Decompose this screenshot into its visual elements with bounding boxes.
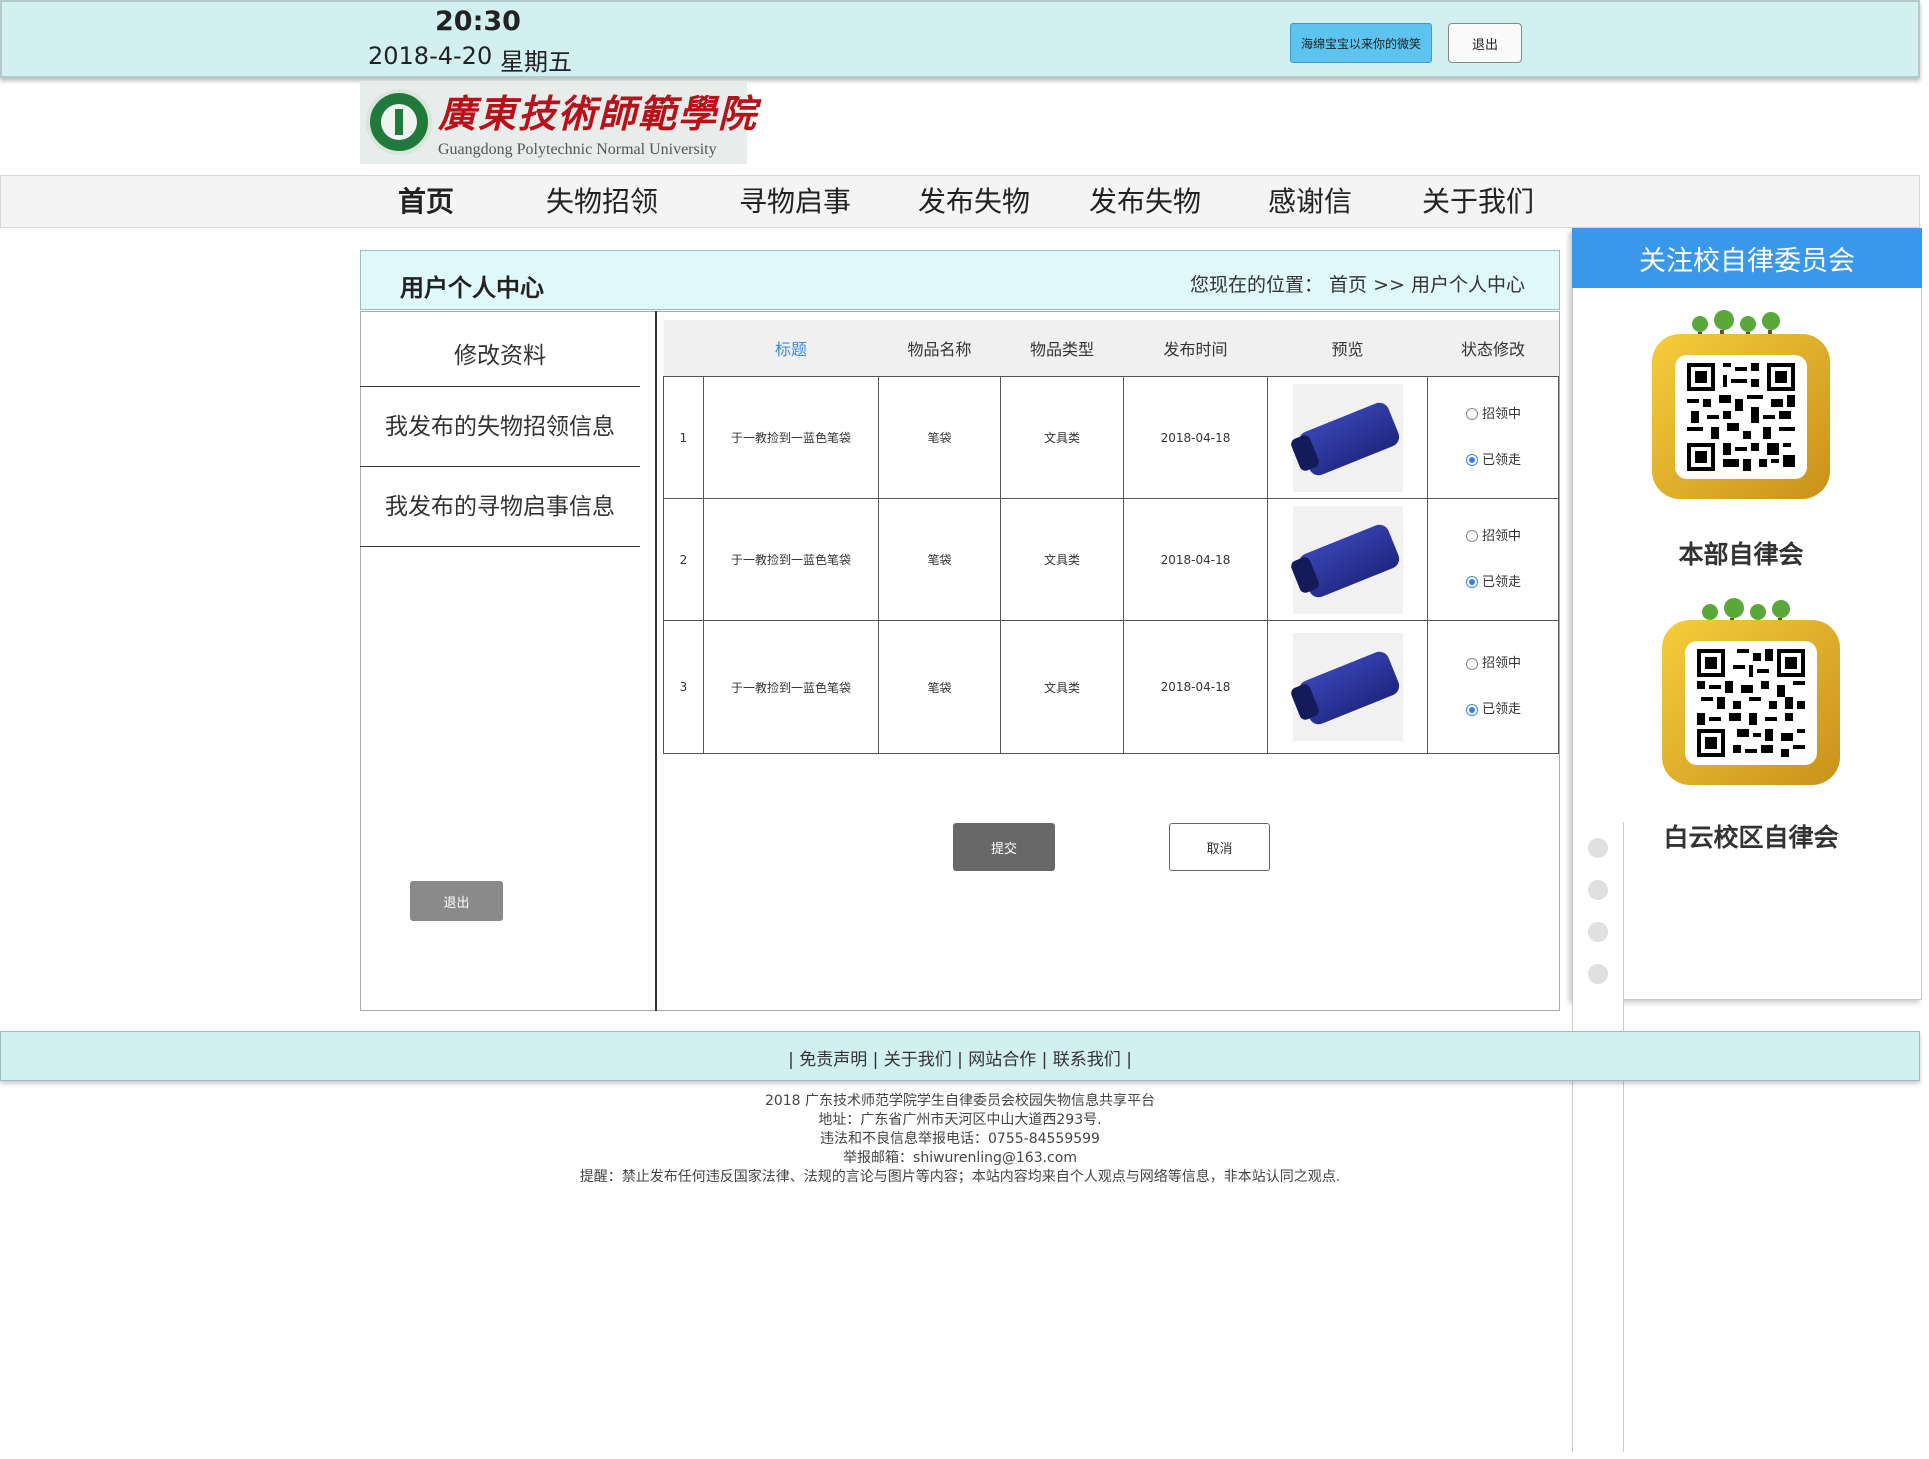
sidebar-divider [655, 311, 657, 1011]
follow-panel-header: 关注校自律委员会 [1572, 228, 1922, 288]
carousel-dot[interactable] [1588, 964, 1608, 984]
footer-report-email: 举报邮箱：shiwurenling@163.com [843, 1150, 1077, 1166]
pencil-case-image [1288, 505, 1403, 614]
row-date: 2018-04-18 [1123, 498, 1268, 621]
university-logo[interactable]: 廣東技術師範學院 Guangdong Polytechnic Normal Un… [360, 81, 756, 164]
row-preview [1267, 376, 1428, 499]
row-title[interactable]: 于一教捡到一蓝色笔袋 [703, 620, 879, 754]
radio-icon[interactable] [1466, 408, 1478, 420]
page-title: 用户个人中心 [400, 274, 544, 302]
pencil-case-image [1288, 383, 1403, 492]
row-status: 招领中 已领走 [1427, 376, 1559, 499]
top-bar [0, 0, 1920, 78]
status-option-unclaimed[interactable]: 招领中 [1466, 406, 1557, 424]
row-number: 2 [663, 498, 704, 621]
user-profile-button[interactable]: 海绵宝宝以来你的微笑 [1290, 23, 1432, 63]
status-option-unclaimed[interactable]: 招领中 [1466, 528, 1557, 546]
logo-english-name: Guangdong Polytechnic Normal University [438, 141, 717, 158]
row-item-type: 文具类 [1000, 376, 1124, 499]
sidebar-item-my-seek-posts[interactable]: 我发布的寻物启事信息 [360, 467, 640, 547]
table-row: 2 于一教捡到一蓝色笔袋 笔袋 文具类 2018-04-18 招领中 已领走 [663, 498, 1559, 621]
qr-label-main-campus: 本部自律会 [1678, 540, 1804, 569]
sidebar-item-edit-profile[interactable]: 修改资料 [360, 330, 640, 387]
radio-checked-icon[interactable] [1466, 454, 1478, 466]
col-status: 状态修改 [1427, 320, 1559, 377]
qr-label-baiyun-campus: 白云校区自律会 [1663, 823, 1839, 852]
pencil-case-image [1288, 633, 1403, 741]
footer-copyright: 2018 广东技术师范学院学生自律委员会校园失物信息共享平台 [764, 1093, 1156, 1109]
seal-icon [366, 89, 432, 155]
row-number: 3 [663, 620, 704, 754]
cancel-button[interactable]: 取消 [1169, 823, 1270, 871]
nav-publish-lost-2[interactable]: 发布失物 [1089, 180, 1201, 220]
footer-report-phone: 违法和不良信息举报电话：0755-84559599 [820, 1131, 1100, 1147]
nav-about-us[interactable]: 关于我们 [1422, 180, 1534, 220]
nav-home[interactable]: 首页 [398, 180, 454, 220]
status-option-claimed[interactable]: 已领走 [1466, 452, 1557, 470]
clock-time: 20:30 [435, 6, 521, 37]
radio-icon[interactable] [1466, 530, 1478, 542]
row-item-name: 笔袋 [878, 620, 1001, 754]
row-preview [1267, 620, 1428, 754]
sidebar-item-my-found-posts[interactable]: 我发布的失物招领信息 [360, 387, 640, 467]
qr-code-icon [1693, 644, 1809, 761]
col-item-type: 物品类型 [1000, 320, 1124, 377]
posts-table: 标题 物品名称 物品类型 发布时间 预览 状态修改 1 于一教捡到一蓝色笔袋 笔… [663, 320, 1559, 754]
col-item-name: 物品名称 [878, 320, 1001, 377]
carousel-dot[interactable] [1588, 880, 1608, 900]
col-publish-date: 发布时间 [1123, 320, 1268, 377]
qr-code-baiyun-campus[interactable] [1662, 620, 1840, 785]
radio-checked-icon[interactable] [1466, 703, 1478, 716]
row-status: 招领中 已领走 [1427, 620, 1559, 754]
qr-code-main-campus[interactable] [1652, 334, 1830, 499]
row-item-type: 文具类 [1000, 620, 1124, 754]
nav-thanks-letter[interactable]: 感谢信 [1268, 180, 1352, 220]
nav-lost-found[interactable]: 失物招领 [546, 180, 658, 220]
qr-code-icon [1683, 358, 1799, 475]
row-status: 招领中 已领走 [1427, 498, 1559, 621]
nav-seek-item[interactable]: 寻物启事 [739, 180, 851, 220]
col-preview: 预览 [1267, 320, 1428, 377]
sidebar-logout-button[interactable]: 退出 [410, 881, 503, 921]
radio-checked-icon[interactable] [1466, 576, 1478, 588]
breadcrumb: 您现在的位置： 首页 >> 用户个人中心 [1190, 274, 1525, 296]
table-row: 3 于一教捡到一蓝色笔袋 笔袋 文具类 2018-04-18 招领中 已领走 [663, 620, 1559, 754]
row-date: 2018-04-18 [1123, 376, 1268, 499]
row-title[interactable]: 于一教捡到一蓝色笔袋 [703, 498, 879, 621]
col-title[interactable]: 标题 [703, 320, 879, 377]
radio-icon[interactable] [1466, 657, 1478, 670]
row-date: 2018-04-18 [1123, 620, 1268, 754]
carousel-dot[interactable] [1588, 838, 1608, 858]
row-preview [1267, 498, 1428, 621]
footer-info: 2018 广东技术师范学院学生自律委员会校园失物信息共享平台 地址：广东省广州市… [0, 1092, 1920, 1187]
clock-weekday: 星期五 [500, 48, 572, 76]
logo-chinese-name: 廣東技術師範學院 [438, 91, 759, 136]
clock-date: 2018-4-20 [368, 42, 493, 70]
carousel-dot[interactable] [1588, 922, 1608, 942]
footer-notice: 提醒：禁止发布任何违反国家法律、法规的言论与图片等内容；本站内容均来自个人观点与… [579, 1169, 1341, 1185]
status-option-claimed[interactable]: 已领走 [1466, 701, 1557, 719]
table-header-row: 标题 物品名称 物品类型 发布时间 预览 状态修改 [663, 320, 1559, 377]
footer-address: 地址：广东省广州市天河区中山大道西293号. [818, 1112, 1102, 1128]
col-number [663, 320, 704, 377]
row-item-type: 文具类 [1000, 498, 1124, 621]
status-option-unclaimed[interactable]: 招领中 [1466, 655, 1557, 673]
submit-button[interactable]: 提交 [953, 823, 1055, 871]
row-number: 1 [663, 376, 704, 499]
row-item-name: 笔袋 [878, 498, 1001, 621]
nav-publish-lost-1[interactable]: 发布失物 [918, 180, 1030, 220]
row-title[interactable]: 于一教捡到一蓝色笔袋 [703, 376, 879, 499]
logout-button[interactable]: 退出 [1448, 23, 1522, 63]
status-option-claimed[interactable]: 已领走 [1466, 574, 1557, 592]
table-row: 1 于一教捡到一蓝色笔袋 笔袋 文具类 2018-04-18 招领中 已领走 [663, 376, 1559, 499]
footer-links[interactable]: | 免责声明 | 关于我们 | 网站合作 | 联系我们 | [0, 1045, 1920, 1070]
row-item-name: 笔袋 [878, 376, 1001, 499]
